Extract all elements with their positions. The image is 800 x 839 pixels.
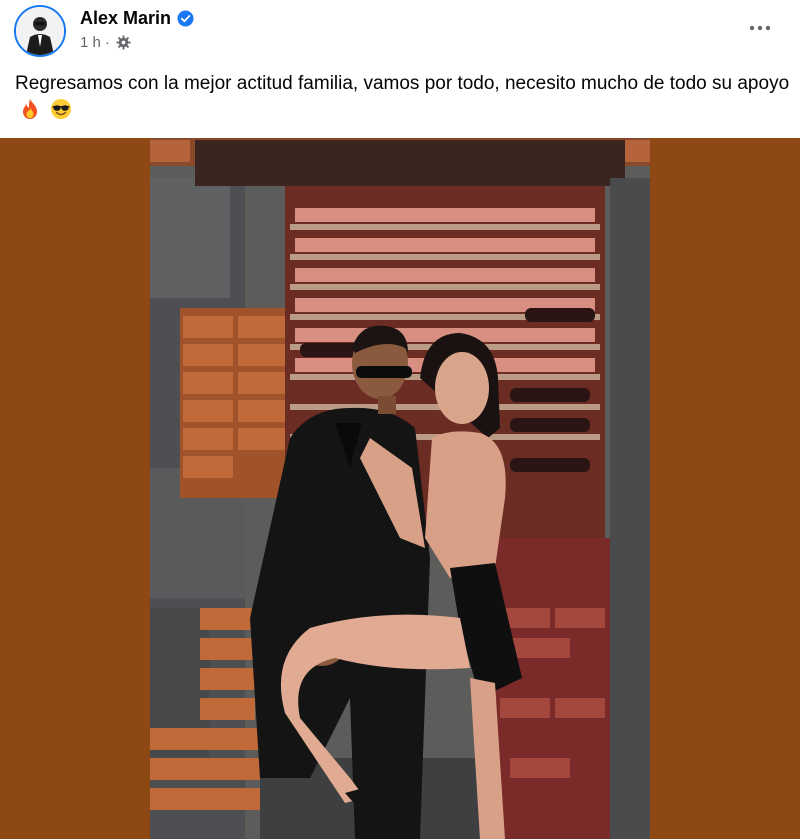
post-time[interactable]: 1 h <box>80 34 101 51</box>
more-horizontal-icon <box>749 25 771 31</box>
verified-badge-icon <box>177 10 194 27</box>
meta-separator: · <box>104 34 110 51</box>
post-photo[interactable] <box>150 138 650 839</box>
avatar[interactable] <box>14 5 66 57</box>
sunglasses-emoji-icon <box>50 98 72 128</box>
caption-text: Regresamos con la mejor actitud familia,… <box>15 73 790 94</box>
avatar-image <box>16 7 64 55</box>
post-caption: Regresamos con la mejor actitud familia,… <box>15 70 790 128</box>
gear-icon[interactable] <box>116 35 131 50</box>
photo-illustration <box>150 138 650 839</box>
post-header: Alex Marin 1 h · <box>0 0 800 62</box>
author-name[interactable]: Alex Marin <box>80 8 171 29</box>
fire-emoji-icon <box>19 98 41 128</box>
author-row: Alex Marin <box>80 6 194 30</box>
post-media[interactable] <box>0 138 800 839</box>
more-options-button[interactable] <box>744 16 776 40</box>
post-meta: 1 h · <box>80 34 131 51</box>
